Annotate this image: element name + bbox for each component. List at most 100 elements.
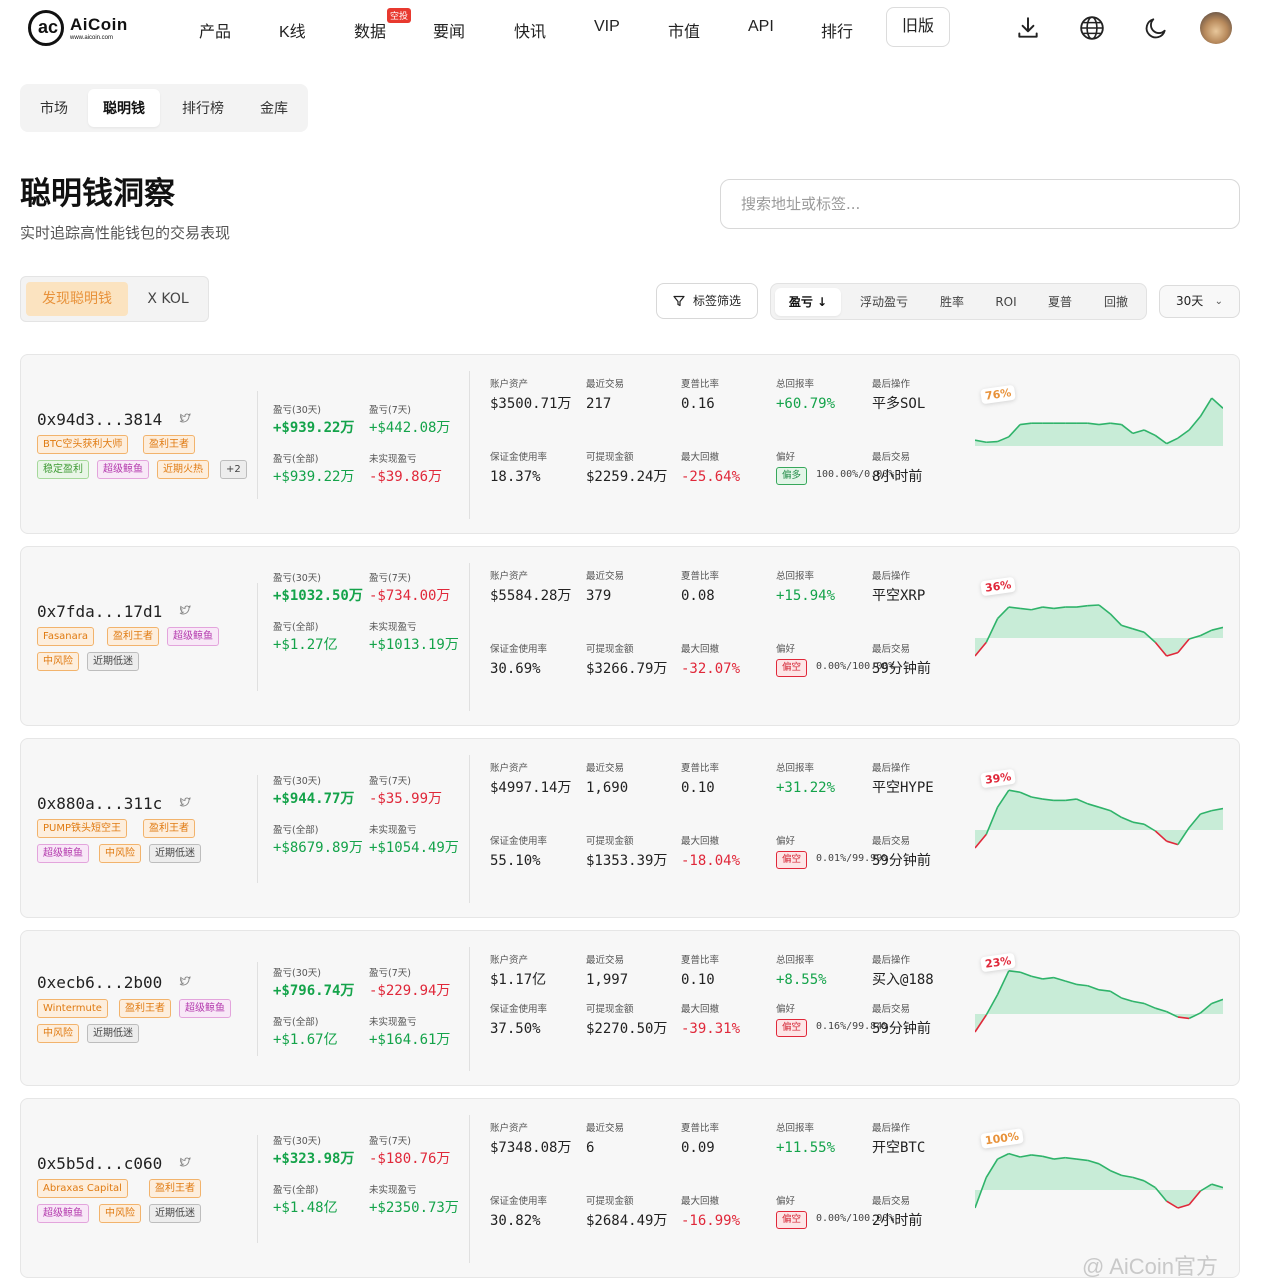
- value-last-trade: 2小时前: [872, 1213, 923, 1229]
- nav-ranking[interactable]: 排行: [821, 18, 853, 42]
- wallet-tag[interactable]: 超级鲸鱼: [97, 460, 149, 479]
- value-assets: $5584.28万: [490, 588, 572, 604]
- wallet-card[interactable]: 0x7fda...17d1 Fasanara 盈利王者 超级鲸鱼 中风险 近期低迷 盈亏(3…: [20, 546, 1240, 726]
- nav-vip[interactable]: VIP: [594, 18, 620, 36]
- wallet-tag[interactable]: 中风险: [99, 844, 141, 863]
- period-select[interactable]: 30天 ⌄: [1159, 285, 1240, 318]
- wallet-address[interactable]: 0xecb6...2b00: [37, 973, 162, 992]
- sort-sharpe[interactable]: 夏普: [1035, 288, 1085, 316]
- wallet-tag[interactable]: 中风险: [99, 1204, 141, 1223]
- wallet-card[interactable]: 0x5b5d...c060 Abraxas Capital 盈利王者超级鲸鱼 中风险近…: [20, 1098, 1240, 1278]
- label-unrealized: 未实现盈亏: [369, 1017, 417, 1028]
- mode-discover[interactable]: 发现聪明钱: [26, 282, 128, 316]
- sparkline-area: [975, 605, 1223, 656]
- tag-filter-button[interactable]: 标签筛选: [656, 283, 758, 319]
- wallet-tag[interactable]: PUMP铁头短空王: [37, 819, 128, 838]
- divider: [257, 962, 258, 1056]
- globe-icon[interactable]: [1079, 15, 1105, 41]
- tab-market[interactable]: 市场: [26, 89, 82, 127]
- value-max-drawdown: -32.07%: [681, 661, 741, 677]
- download-icon[interactable]: [1015, 15, 1041, 41]
- divider: [469, 371, 470, 519]
- search-input[interactable]: [720, 179, 1240, 229]
- tab-vault[interactable]: 金库: [246, 89, 302, 127]
- label-pnl-all: 盈亏(全部): [273, 825, 319, 836]
- nav-market-cap[interactable]: 市值: [668, 18, 700, 42]
- wallet-tag[interactable]: 稳定盈利: [37, 460, 89, 479]
- value-last-action: 买入@188: [872, 972, 934, 988]
- wallet-address[interactable]: 0x7fda...17d1: [37, 602, 162, 621]
- nav-data[interactable]: 数据: [354, 18, 386, 42]
- sort-roi[interactable]: ROI: [981, 288, 1031, 316]
- label-pnl7: 盈亏(7天): [369, 405, 411, 416]
- tab-leaderboard[interactable]: 排行榜: [168, 89, 238, 127]
- wallet-card[interactable]: 0xecb6...2b00 Wintermute 盈利王者 超级鲸鱼中风险 近期低迷 盈亏…: [20, 930, 1240, 1086]
- value-pnl-all: +$1.48亿: [273, 1200, 338, 1216]
- wallet-tag[interactable]: 超级鲸鱼: [167, 627, 219, 646]
- wallet-tag[interactable]: 近期低迷: [149, 844, 201, 863]
- wallet-tag[interactable]: 盈利王者: [107, 627, 159, 646]
- label-pnl-all: 盈亏(全部): [273, 1017, 319, 1028]
- value-pnl-all: +$8679.89万: [273, 840, 363, 856]
- avatar[interactable]: [1200, 12, 1232, 44]
- sort-drawdown[interactable]: 回撤: [1091, 288, 1141, 316]
- wallet-card[interactable]: 0x880a...311c PUMP铁头短空王 盈利王者超级鲸鱼 中风险 近期低迷 盈亏(…: [20, 738, 1240, 918]
- moon-icon[interactable]: [1143, 15, 1169, 41]
- twitter-bird-icon[interactable]: [179, 796, 191, 811]
- label-sharpe: 夏普比率: [681, 955, 720, 966]
- wallet-address[interactable]: 0x94d3...3814: [37, 410, 162, 429]
- wallet-tag[interactable]: Abraxas Capital: [37, 1179, 128, 1198]
- value-recent-trades: 1,690: [586, 780, 629, 796]
- label-assets: 账户资产: [490, 955, 529, 966]
- label-total-return: 总回报率: [776, 1123, 815, 1134]
- value-last-action: 开空BTC: [872, 1140, 926, 1156]
- twitter-bird-icon[interactable]: [179, 604, 191, 619]
- nav-news[interactable]: 要闻: [433, 18, 465, 42]
- nav-flash[interactable]: 快讯: [514, 18, 546, 42]
- label-pnl30: 盈亏(30天): [273, 776, 322, 787]
- mode-x-kol[interactable]: X KOL: [133, 282, 203, 316]
- wallet-tag[interactable]: +2: [220, 460, 247, 479]
- sort-pnl[interactable]: 盈亏 ↓: [775, 288, 841, 316]
- tab-smart-money[interactable]: 聪明钱: [88, 89, 160, 127]
- wallet-tag[interactable]: 盈利王者: [143, 435, 195, 454]
- wallet-tag[interactable]: 近期低迷: [149, 1204, 201, 1223]
- wallet-tag[interactable]: BTC空头获利大师: [37, 435, 129, 454]
- nav-api[interactable]: API: [748, 18, 774, 36]
- label-recent-trades: 最近交易: [586, 1123, 625, 1134]
- sort-unrealized[interactable]: 浮动盈亏: [849, 288, 919, 316]
- wallet-tag[interactable]: 盈利王者: [149, 1179, 201, 1198]
- wallet-tag[interactable]: 中风险: [37, 1024, 79, 1043]
- value-max-drawdown: -39.31%: [681, 1021, 741, 1037]
- wallet-card[interactable]: 0x94d3...3814 BTC空头获利大师 盈利王者稳定盈利 超级鲸鱼 近期火热 +2…: [20, 354, 1240, 534]
- wallet-tag[interactable]: 近期低迷: [87, 652, 139, 671]
- period-value: 30天: [1176, 294, 1204, 308]
- sort-winrate[interactable]: 胜率: [927, 288, 977, 316]
- wallet-tag[interactable]: 超级鲸鱼: [37, 1204, 89, 1223]
- wallet-tag[interactable]: 中风险: [37, 652, 79, 671]
- aicoin-logo[interactable]: ac AiCoin www.aicoin.com: [28, 10, 128, 48]
- wallet-tag[interactable]: 近期低迷: [87, 1024, 139, 1043]
- twitter-bird-icon[interactable]: [179, 412, 191, 427]
- wallet-address[interactable]: 0x880a...311c: [37, 794, 162, 813]
- label-last-trade: 最后交易: [872, 1196, 911, 1207]
- wallet-tag[interactable]: 超级鲸鱼: [179, 999, 231, 1018]
- wallet-tag[interactable]: 盈利王者: [143, 819, 195, 838]
- wallet-tag[interactable]: 超级鲸鱼: [37, 844, 89, 863]
- divider: [257, 583, 258, 691]
- label-pnl30: 盈亏(30天): [273, 1136, 322, 1147]
- value-unrealized: +$2350.73万: [369, 1200, 459, 1216]
- airdrop-badge: 空投: [387, 8, 412, 23]
- wallet-tag[interactable]: 盈利王者: [119, 999, 171, 1018]
- twitter-bird-icon[interactable]: [179, 975, 191, 990]
- wallet-tag[interactable]: Wintermute: [37, 999, 108, 1018]
- label-unrealized: 未实现盈亏: [369, 1185, 417, 1196]
- wallet-tag[interactable]: 近期火热: [157, 460, 209, 479]
- twitter-bird-icon[interactable]: [179, 1156, 191, 1171]
- page-subtitle: 实时追踪高性能钱包的交易表现: [20, 224, 231, 242]
- nav-products[interactable]: 产品: [199, 18, 231, 42]
- wallet-tag[interactable]: Fasanara: [37, 627, 95, 646]
- wallet-address[interactable]: 0x5b5d...c060: [37, 1154, 162, 1173]
- nav-kline[interactable]: K线: [279, 18, 306, 42]
- old-version-button[interactable]: 旧版: [886, 7, 950, 47]
